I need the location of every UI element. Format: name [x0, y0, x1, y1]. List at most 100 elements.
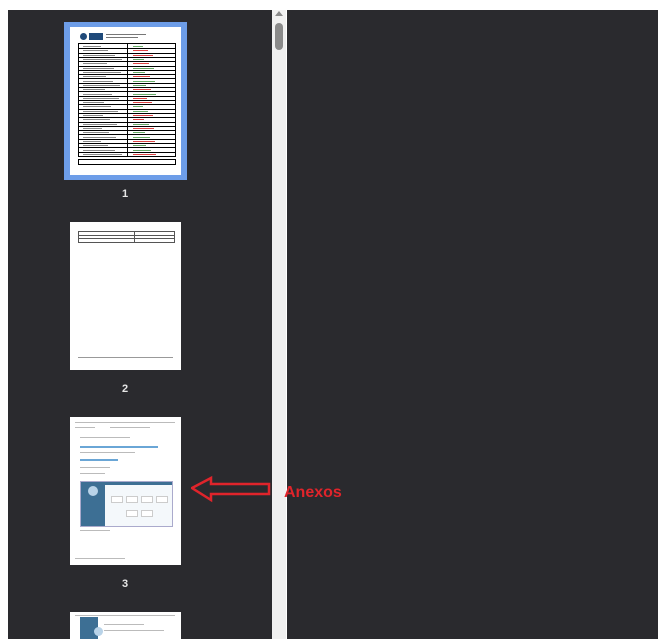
- table-cell-text: [83, 80, 113, 82]
- table-cell-status: [133, 149, 151, 151]
- annotation-label: Anexos: [284, 484, 342, 501]
- table-cell-text: [83, 76, 106, 78]
- table-cell-status: [133, 93, 156, 95]
- table-cell-status: [133, 128, 154, 129]
- table-cell-status: [133, 63, 149, 65]
- table-cell-status: [133, 89, 151, 91]
- table-cell-status: [133, 145, 146, 147]
- table-row-divider: [79, 147, 175, 149]
- table-row-divider: [79, 125, 175, 127]
- footer-rule: [78, 357, 173, 358]
- scroll-thumb[interactable]: [275, 23, 283, 50]
- table-row-divider: [79, 65, 175, 67]
- table-cell-text: [83, 136, 116, 138]
- table-cell-text: [83, 50, 108, 52]
- table-cell-text: [83, 102, 104, 104]
- table-row-divider: [79, 130, 175, 132]
- table-row-divider: [79, 143, 175, 145]
- page-preview: [70, 612, 181, 639]
- avatar-icon: [88, 486, 98, 496]
- page-number: 3: [121, 578, 129, 590]
- page-preview: [70, 222, 181, 370]
- table-cell-status: [133, 119, 144, 121]
- table-cell-text: [83, 119, 110, 121]
- avatar-icon: [94, 627, 103, 636]
- summary-table: [78, 231, 175, 243]
- table-cell-status: [133, 136, 150, 138]
- table-cell-status: [133, 54, 153, 56]
- page-number: 2: [121, 383, 129, 395]
- table-row-divider: [79, 74, 175, 76]
- table-cell-text: [83, 59, 122, 61]
- table-row-divider: [79, 112, 175, 114]
- report-footer: [78, 159, 176, 165]
- table-row-divider: [79, 151, 175, 153]
- table-cell-status: [133, 102, 152, 104]
- table-cell-text: [83, 63, 107, 65]
- table-cell-status: [133, 67, 154, 69]
- table-cell-text: [83, 84, 120, 86]
- table-cell-text: [83, 93, 112, 95]
- table-cell-text: [83, 72, 121, 73]
- table-cell-status: [133, 76, 150, 78]
- table-row-divider: [79, 134, 175, 136]
- table-cell-status: [133, 123, 149, 125]
- report-table: [78, 43, 176, 157]
- table-cell-text: [83, 54, 115, 56]
- table-cell-status: [133, 59, 144, 61]
- table-cell-status: [133, 72, 145, 73]
- table-cell-text: [83, 149, 115, 151]
- table-cell-text: [83, 97, 119, 99]
- scroll-up-arrow-icon[interactable]: [275, 11, 283, 16]
- table-cell-status: [133, 140, 155, 142]
- table-cell-text: [83, 106, 111, 108]
- table-cell-status: [133, 153, 156, 155]
- embedded-screenshot: [80, 481, 173, 527]
- table-row-divider: [79, 104, 175, 106]
- table-row-divider: [79, 95, 175, 97]
- table-cell-status: [133, 132, 145, 134]
- table-cell-text: [83, 67, 114, 69]
- table-row-divider: [79, 91, 175, 93]
- table-row-divider: [79, 138, 175, 140]
- table-row-divider: [79, 82, 175, 84]
- table-row-divider: [79, 52, 175, 54]
- sidebar-scrollbar[interactable]: [272, 10, 286, 639]
- table-cell-text: [83, 140, 101, 142]
- table-row-divider: [79, 100, 175, 101]
- table-cell-status: [133, 84, 146, 86]
- page-preview: [70, 417, 181, 565]
- table-row-divider: [79, 108, 175, 110]
- table-cell-text: [83, 153, 122, 155]
- table-row-divider: [79, 78, 175, 80]
- table-row-divider: [79, 121, 175, 123]
- table-row-divider: [79, 48, 175, 50]
- table-cell-status: [133, 110, 148, 112]
- table-row-divider: [79, 117, 175, 119]
- document-header: [80, 32, 170, 41]
- table-cell-text: [83, 132, 109, 134]
- table-cell-text: [83, 46, 101, 48]
- table-cell-status: [133, 97, 147, 99]
- table-cell-status: [133, 106, 143, 108]
- table-cell-text: [83, 115, 103, 117]
- table-row-divider: [79, 56, 175, 58]
- logo-icon: [80, 33, 87, 40]
- table-cell-text: [83, 128, 102, 129]
- table-cell-status: [133, 50, 148, 52]
- thumbnail-sidebar: 1 2 3: [8, 10, 272, 639]
- table-row-divider: [79, 69, 175, 71]
- table-cell-status: [133, 115, 153, 117]
- table-row-divider: [79, 61, 175, 63]
- page-number: 1: [121, 188, 129, 200]
- table-cell-text: [83, 89, 105, 91]
- table-cell-status: [133, 46, 143, 48]
- table-row-divider: [79, 87, 175, 89]
- logo-wordmark: [89, 33, 103, 40]
- table-cell-text: [83, 145, 108, 147]
- document-viewer: [287, 10, 658, 639]
- table-cell-status: [133, 80, 155, 82]
- table-cell-text: [83, 123, 117, 125]
- page-preview: [70, 27, 181, 175]
- table-cell-text: [83, 110, 118, 112]
